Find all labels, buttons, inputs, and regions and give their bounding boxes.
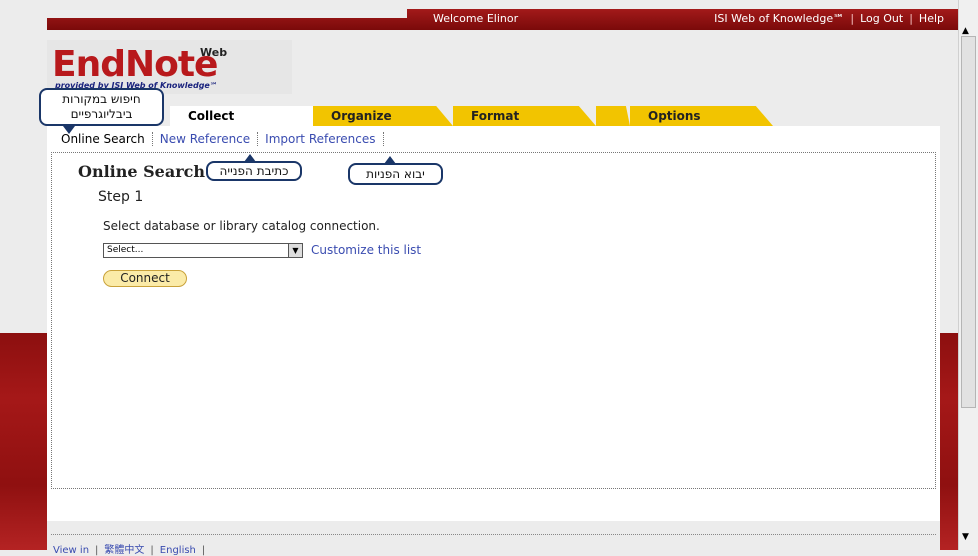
footer-divider [51,534,936,535]
log-out-link[interactable]: Log Out [860,12,903,25]
tab-organize[interactable]: Organize [313,106,453,126]
tab-options[interactable]: Options [630,106,773,126]
content-frame [51,152,936,489]
scroll-down-icon[interactable]: ▼ [962,532,969,542]
callout-line: ביבליוגרפיים [70,107,133,121]
separator: | [909,12,913,25]
endnote-web-logo: EndNote Web provided by ISI Web of Knowl… [52,44,227,90]
select-value: Select... [107,245,144,255]
callout-pointer [63,126,75,134]
language-chinese-link[interactable]: 繁體中文 [104,545,144,556]
left-red-band [0,333,47,550]
separator: | [95,545,99,556]
step-label: Step 1 [98,189,144,205]
separator: | [850,12,855,25]
callout-new-reference: כתיבת הפנייה [206,154,302,181]
help-link[interactable]: Help [919,12,944,25]
subtab-import-references[interactable]: Import References [258,132,384,146]
tab-collect[interactable]: Collect [170,106,313,126]
logo-name: EndNote [52,44,218,85]
tab-format[interactable]: Format [453,106,596,126]
connect-button[interactable]: Connect [103,270,187,287]
callout-line: חיפוש במקורות [62,92,141,106]
right-red-band [940,333,958,550]
scroll-up-icon[interactable]: ▲ [962,26,969,36]
top-nav: ISI Web of Knowledge℠ | Log Out | Help [714,12,944,25]
language-english-link[interactable]: English [160,545,196,556]
dropdown-arrow-icon[interactable]: ▼ [288,244,302,257]
separator: | [150,545,154,556]
footer-language-bar: View in | 繁體中文 | English | [53,541,211,556]
view-in-label: View in [53,545,90,556]
subtab-online-search[interactable]: Online Search [55,132,153,146]
isi-web-of-knowledge-link[interactable]: ISI Web of Knowledge℠ [714,12,844,25]
subtab-bar: Online Search New Reference Import Referen… [55,132,384,146]
callout-pointer [384,156,396,164]
scrollbar-thumb[interactable] [961,36,976,408]
callout-text: יבוא הפניות [366,167,425,181]
callout-text: כתיבת הפנייה [219,164,289,178]
instruction-text: Select database or library catalog conne… [103,219,380,233]
subtab-new-reference[interactable]: New Reference [153,132,259,146]
customize-list-link[interactable]: Customize this list [311,243,421,257]
logo-superscript: Web [200,46,228,59]
callout-online-search: חיפוש במקורות ביבליוגרפיים [39,88,164,134]
welcome-text: Welcome Elinor [433,12,519,25]
separator: | [201,545,206,556]
callout-pointer [244,154,256,162]
page-title: Online Search [78,162,206,181]
callout-import-references: יבוא הפניות [348,156,443,185]
database-select[interactable]: Select... ▼ [103,243,303,258]
tab-format-edge [596,106,630,126]
top-bar-notch [47,9,407,18]
